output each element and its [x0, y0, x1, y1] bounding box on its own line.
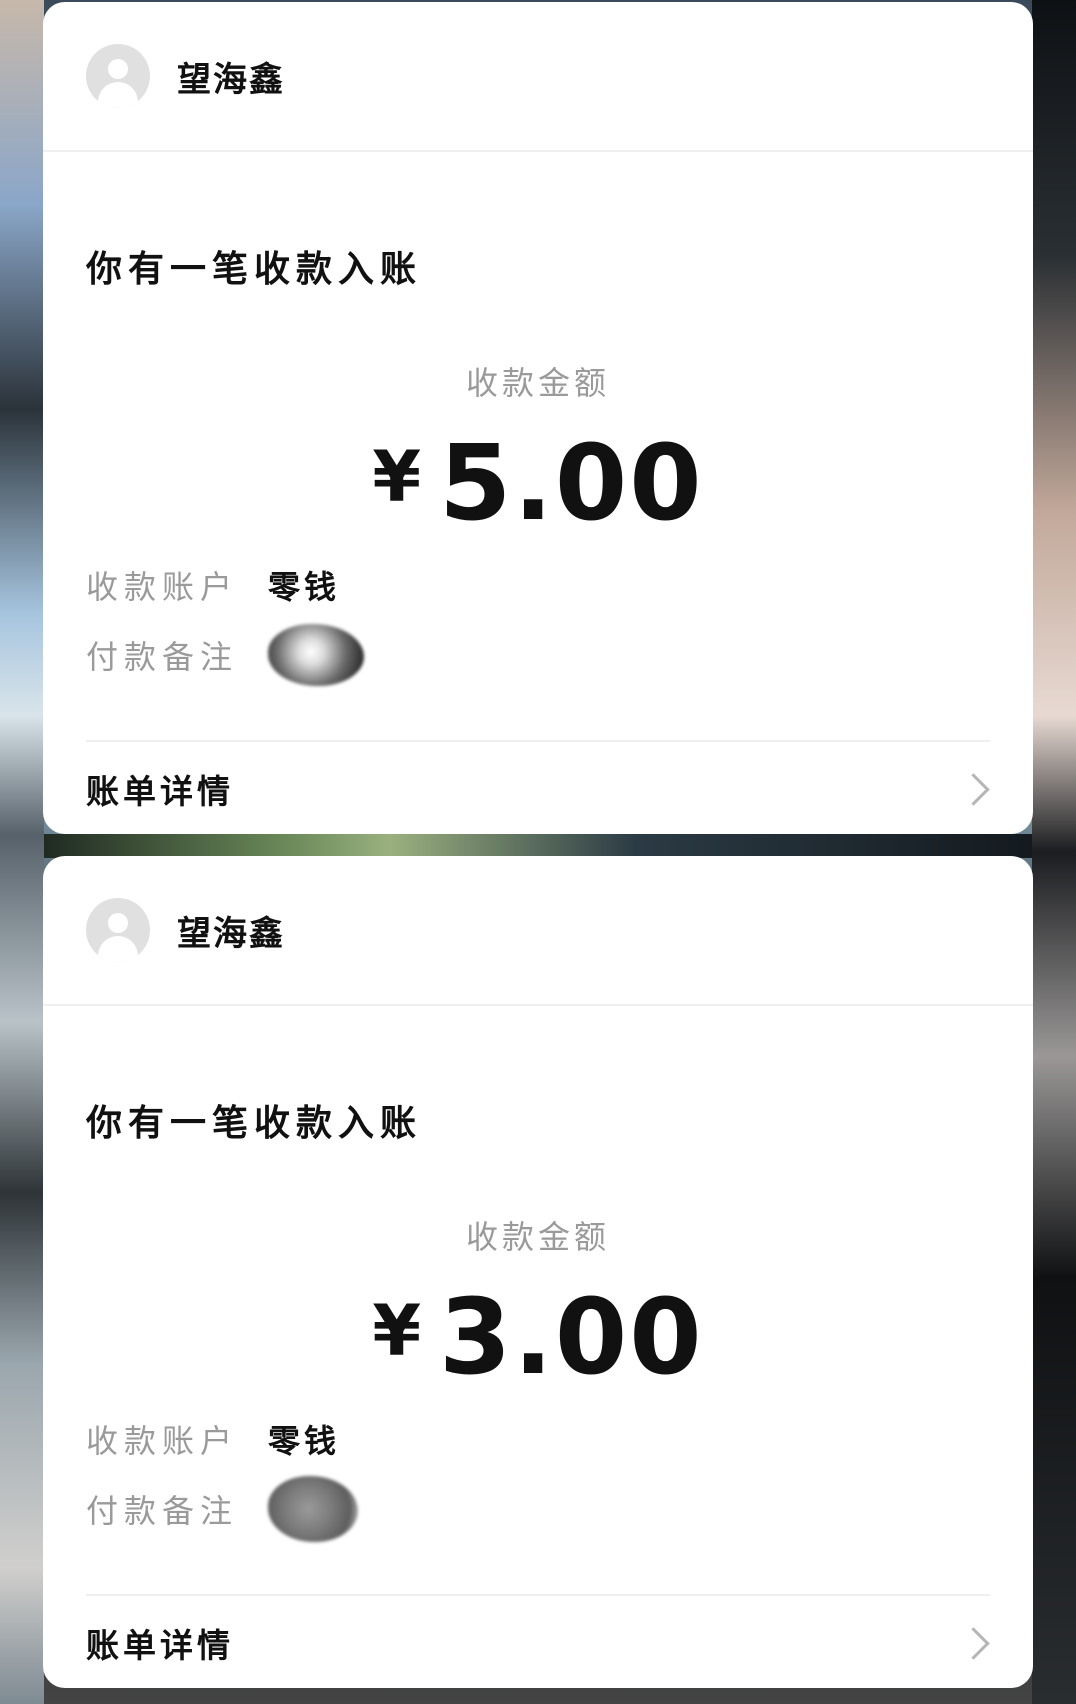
notification-title: 你有一笔收款入账 [86, 249, 423, 290]
currency-symbol: ¥ [372, 1290, 422, 1372]
chevron-right-icon [957, 772, 990, 806]
amount-label: 收款金额 [465, 1218, 610, 1256]
bill-details-link[interactable]: 账单详情 [86, 744, 1003, 834]
sender-name: 望海鑫 [177, 913, 285, 954]
background-photo-right [1032, 0, 1076, 1704]
remark-label: 付款备注 [86, 1492, 239, 1530]
redacted-remark [268, 1476, 358, 1542]
remark-row: 付款备注 [86, 624, 364, 686]
account-value: 零钱 [268, 1422, 341, 1460]
divider [86, 740, 990, 742]
payment-notification-card: 望海鑫 你有一笔收款入账 收款金额 ¥3.00 收款账户 零钱 付款备注 账单详… [43, 856, 1033, 1688]
background-photo-gap [44, 834, 1032, 858]
default-user-avatar-icon [86, 44, 150, 108]
account-row: 收款账户 零钱 [86, 1414, 340, 1464]
amount-value: 3.00 [439, 1276, 704, 1398]
card-header[interactable]: 望海鑫 [43, 856, 1033, 1006]
account-value: 零钱 [268, 568, 341, 606]
currency-symbol: ¥ [372, 436, 422, 518]
divider [86, 1594, 990, 1596]
amount-display: ¥5.00 [43, 422, 1033, 544]
account-label: 收款账户 [86, 568, 239, 606]
chevron-right-icon [957, 1626, 990, 1660]
default-user-avatar-icon [86, 898, 150, 962]
bill-details-label: 账单详情 [86, 1626, 234, 1665]
account-label: 收款账户 [86, 1422, 239, 1460]
payment-notification-card: 望海鑫 你有一笔收款入账 收款金额 ¥5.00 收款账户 零钱 付款备注 账单详… [43, 2, 1033, 834]
remark-row: 付款备注 [86, 1476, 358, 1542]
amount-label: 收款金额 [465, 364, 610, 402]
bill-details-label: 账单详情 [86, 772, 234, 811]
notification-title: 你有一笔收款入账 [86, 1103, 423, 1144]
bill-details-link[interactable]: 账单详情 [86, 1598, 1003, 1688]
amount-display: ¥3.00 [43, 1276, 1033, 1398]
card-header[interactable]: 望海鑫 [43, 2, 1033, 152]
background-photo-left [0, 0, 44, 1704]
account-row: 收款账户 零钱 [86, 560, 340, 610]
redacted-remark [268, 624, 364, 686]
amount-value: 5.00 [439, 422, 704, 544]
remark-label: 付款备注 [86, 638, 239, 676]
sender-name: 望海鑫 [177, 59, 285, 100]
